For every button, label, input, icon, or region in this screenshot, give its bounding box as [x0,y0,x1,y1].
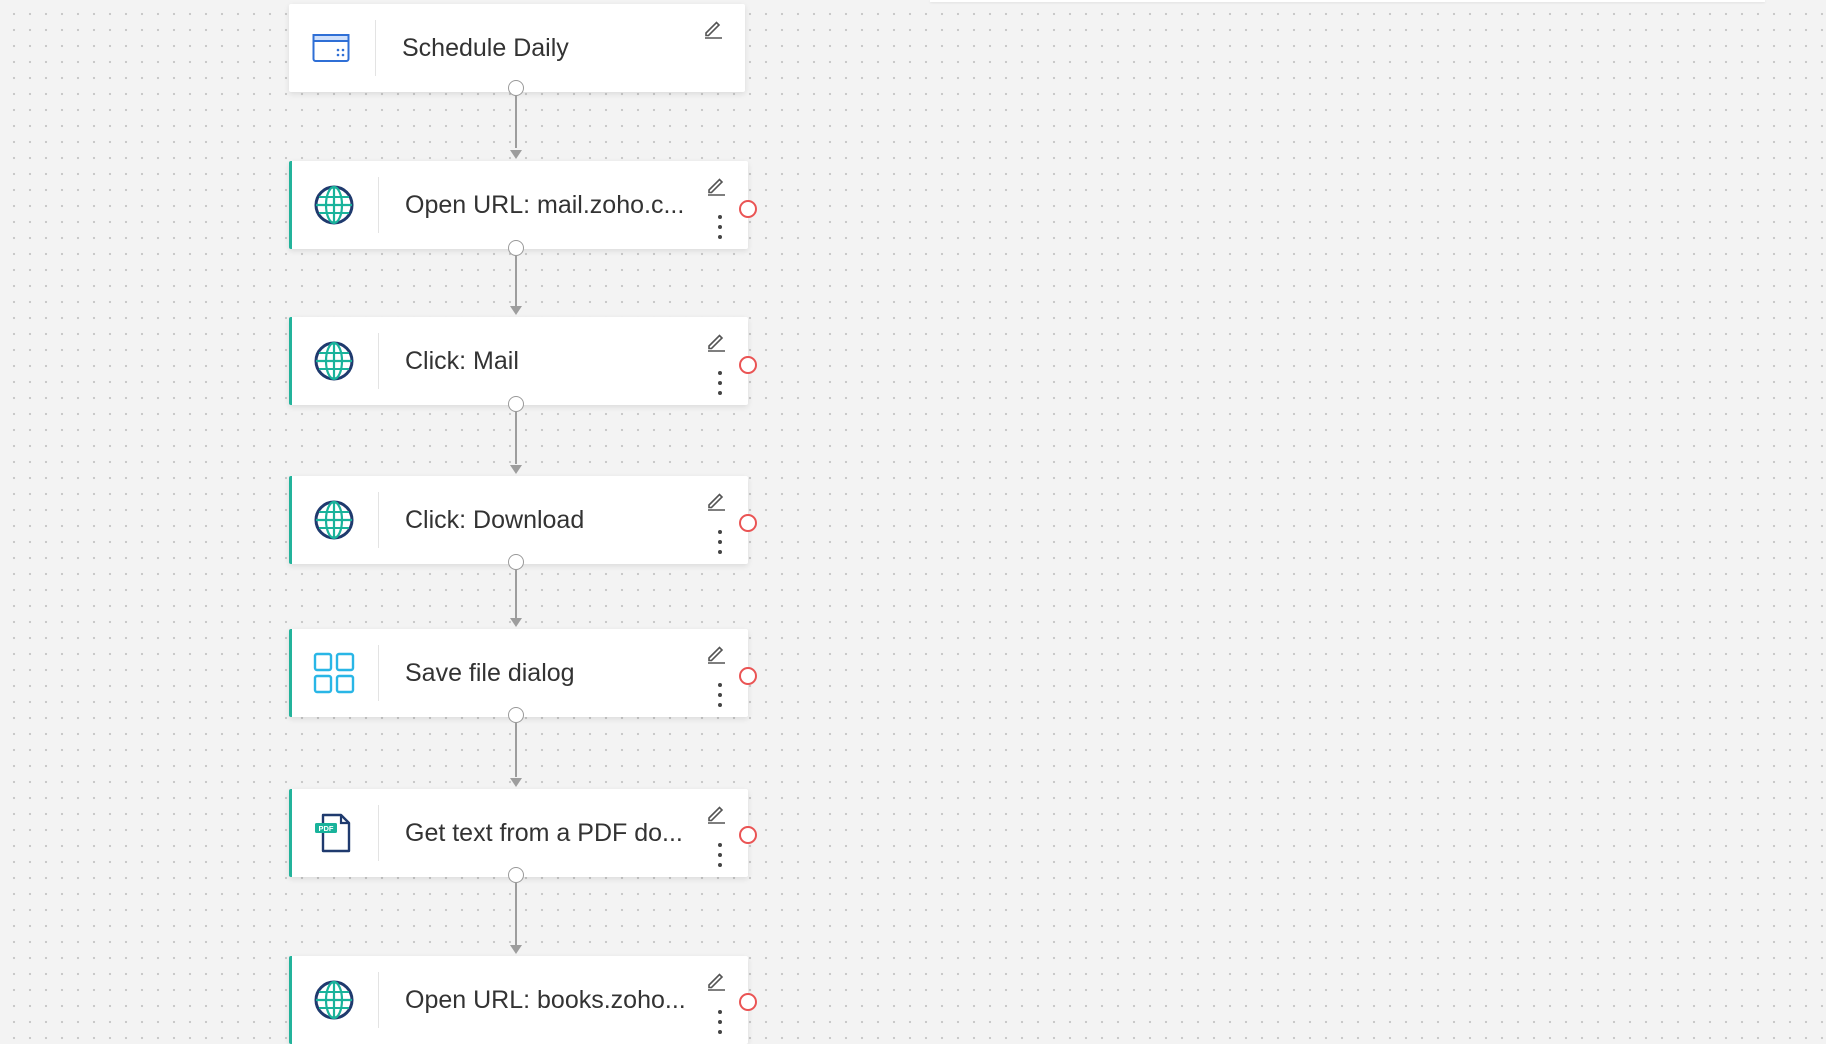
top-toolbar-edge [930,0,1765,2]
output-port[interactable] [508,240,524,256]
connector-arrow [510,778,522,787]
node-divider [378,805,379,861]
flow-node-step-1[interactable]: Open URL: mail.zoho.c... [289,161,748,249]
edit-pencil-icon[interactable] [704,801,728,825]
globe-icon [312,183,356,227]
edit-pencil-icon[interactable] [704,329,728,353]
pdf-file-icon: PDF [312,811,356,855]
output-port[interactable] [508,707,524,723]
connector-line [515,570,517,618]
connector-arrow [510,150,522,159]
error-port[interactable] [739,667,757,685]
globe-icon [312,498,356,542]
flow-node-step-2[interactable]: Click: Mail [289,317,748,405]
node-label: Click: Download [405,506,585,534]
node-divider [378,492,379,548]
node-divider [375,20,376,76]
pdf-icon-text: PDF [319,824,334,833]
edit-pencil-icon[interactable] [704,173,728,197]
flow-node-step-5[interactable]: PDF Get text from a PDF do... [289,789,748,877]
output-port[interactable] [508,80,524,96]
flow-node-trigger[interactable]: Schedule Daily [289,4,745,92]
edit-pencil-icon[interactable] [701,16,725,40]
more-options-icon[interactable] [716,683,724,707]
connector-line [515,96,517,148]
node-label: Schedule Daily [402,34,569,62]
flow-node-step-3[interactable]: Click: Download [289,476,748,564]
connector-line [515,723,517,777]
more-options-icon[interactable] [716,1010,724,1034]
edit-pencil-icon[interactable] [704,488,728,512]
more-options-icon[interactable] [716,215,724,239]
globe-icon [312,978,356,1022]
connector-arrow [510,306,522,315]
calendar-icon [309,26,353,70]
connector-arrow [510,465,522,474]
output-port[interactable] [508,396,524,412]
node-divider [378,645,379,701]
node-label: Open URL: mail.zoho.c... [405,191,685,219]
more-options-icon[interactable] [716,843,724,867]
connector-line [515,883,517,945]
error-port[interactable] [739,826,757,844]
connector-line [515,256,517,306]
error-port[interactable] [739,993,757,1011]
more-options-icon[interactable] [716,530,724,554]
node-label: Get text from a PDF do... [405,819,683,847]
node-label: Click: Mail [405,347,519,375]
output-port[interactable] [508,867,524,883]
flow-node-step-4[interactable]: Save file dialog [289,629,748,717]
connector-arrow [510,945,522,954]
node-divider [378,972,379,1028]
error-port[interactable] [739,514,757,532]
connector-arrow [510,618,522,627]
node-divider [378,177,379,233]
error-port[interactable] [739,200,757,218]
globe-icon [312,339,356,383]
edit-pencil-icon[interactable] [704,968,728,992]
node-divider [378,333,379,389]
error-port[interactable] [739,356,757,374]
grid-icon [312,651,356,695]
flow-node-step-6[interactable]: Open URL: books.zoho... [289,956,748,1044]
more-options-icon[interactable] [716,371,724,395]
connector-line [515,412,517,464]
output-port[interactable] [508,554,524,570]
node-label: Save file dialog [405,659,575,687]
edit-pencil-icon[interactable] [704,641,728,665]
node-label: Open URL: books.zoho... [405,986,686,1014]
